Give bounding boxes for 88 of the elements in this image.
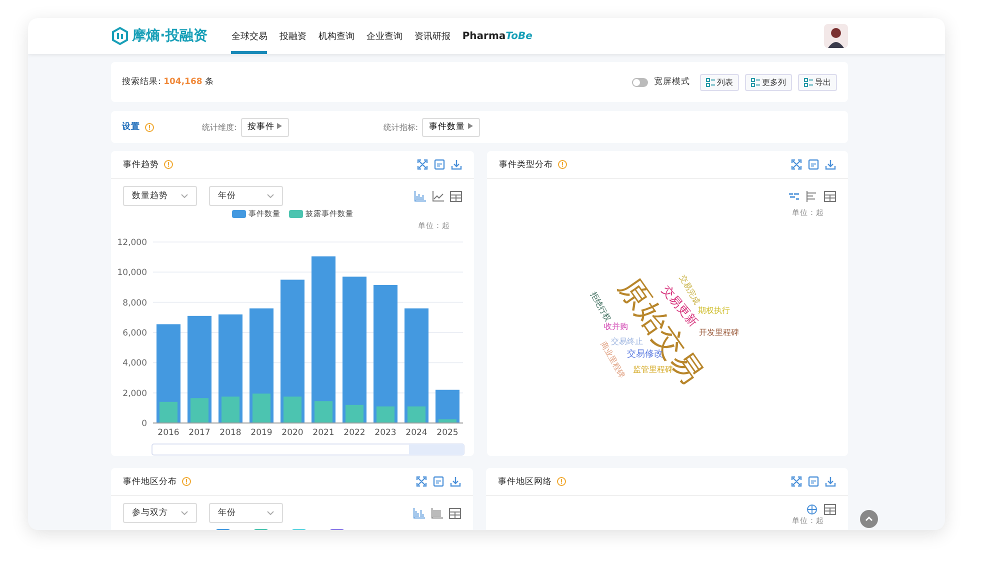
brand-logo-text: 摩熵·投融资 bbox=[132, 27, 208, 45]
info-icon bbox=[164, 160, 173, 169]
card-title: 事件地区网络 bbox=[498, 476, 552, 488]
download-icon[interactable] bbox=[450, 476, 461, 487]
toolbar-button[interactable]: 更多列 bbox=[745, 74, 792, 90]
list-icon bbox=[751, 78, 760, 86]
image-icon[interactable] bbox=[808, 159, 819, 170]
fullscreen-icon[interactable] bbox=[417, 159, 428, 170]
word-cloud-word[interactable]: 收并购 bbox=[604, 323, 628, 331]
card-title: 事件地区分布 bbox=[123, 476, 177, 488]
word-cloud-word[interactable]: 拒绝行权 bbox=[588, 291, 612, 323]
table-icon[interactable] bbox=[824, 190, 836, 202]
select-dropdown[interactable]: 参与双方 bbox=[123, 503, 197, 523]
zoom-slider[interactable] bbox=[152, 444, 464, 456]
stacked-bar-icon[interactable] bbox=[431, 508, 443, 518]
image-icon[interactable] bbox=[434, 159, 445, 170]
axis-tick-label: 4,000 bbox=[122, 358, 147, 369]
line-chart-icon[interactable] bbox=[432, 190, 444, 202]
download-icon[interactable] bbox=[825, 159, 836, 170]
info-icon bbox=[557, 477, 566, 486]
chevron-up-icon bbox=[864, 514, 874, 524]
table-icon[interactable] bbox=[449, 508, 461, 518]
image-icon[interactable] bbox=[433, 476, 444, 487]
bar-chart-icon[interactable] bbox=[806, 190, 818, 202]
axis-tick-label: 10,000 bbox=[117, 268, 147, 278]
nav-tab[interactable]: 企业查询 bbox=[366, 18, 402, 54]
list-icon bbox=[804, 78, 813, 86]
info-icon bbox=[182, 477, 191, 486]
axis-tick-label: 6,000 bbox=[122, 328, 147, 338]
axis-tick-label: 2024 bbox=[406, 428, 428, 438]
nav-tab[interactable]: 资讯研报 bbox=[414, 18, 450, 54]
caret-icon bbox=[277, 123, 282, 129]
axis-tick-label: 2,000 bbox=[122, 388, 147, 399]
table-icon[interactable] bbox=[824, 504, 836, 514]
dimension-label: 统计维度: bbox=[202, 122, 237, 132]
wide-mode-toggle[interactable] bbox=[632, 78, 648, 86]
info-icon bbox=[558, 160, 567, 169]
axis-tick-label: 2018 bbox=[220, 428, 242, 438]
list-icon bbox=[706, 78, 715, 86]
nav-tab[interactable]: 机构查询 bbox=[318, 18, 354, 54]
toolbar-button[interactable]: 列表 bbox=[700, 74, 739, 90]
axis-tick-label: 2022 bbox=[344, 428, 366, 438]
select-dropdown[interactable]: 年份 bbox=[209, 186, 283, 206]
card-title: 事件类型分布 bbox=[499, 158, 553, 170]
nav-tab[interactable]: 全球交易 bbox=[231, 18, 268, 54]
bar-chart-icon[interactable] bbox=[414, 190, 426, 202]
metric-label: 统计指标: bbox=[383, 122, 418, 132]
axis-tick-label: 8,000 bbox=[122, 298, 147, 308]
caret-icon bbox=[468, 123, 473, 129]
chevron-down-icon bbox=[181, 194, 188, 198]
scroll-to-top-button[interactable] bbox=[860, 510, 878, 528]
chevron-down-icon bbox=[267, 194, 274, 198]
download-icon[interactable] bbox=[825, 476, 836, 487]
network-icon[interactable] bbox=[806, 504, 818, 514]
axis-tick-label: 12,000 bbox=[117, 238, 147, 248]
select-dropdown[interactable]: 数量趋势 bbox=[123, 186, 197, 206]
avatar[interactable] bbox=[824, 24, 848, 48]
download-icon[interactable] bbox=[451, 159, 462, 170]
info-icon bbox=[145, 122, 154, 132]
table-icon[interactable] bbox=[450, 190, 462, 202]
bar-chart-icon[interactable] bbox=[413, 508, 425, 518]
nav-tab[interactable]: 投融资 bbox=[279, 18, 306, 54]
settings-label: 设置 bbox=[122, 121, 140, 133]
select-dropdown[interactable]: 年份 bbox=[209, 503, 283, 523]
dimension-dropdown[interactable]: 按事件 bbox=[240, 118, 290, 136]
chevron-down-icon bbox=[267, 511, 274, 515]
word-cloud-word[interactable]: 开发里程碑 bbox=[699, 329, 739, 337]
pharmatobe-link[interactable]: PharmaToBe bbox=[462, 18, 532, 54]
axis-tick-label: 2025 bbox=[436, 428, 458, 438]
toolbar-button[interactable]: 导出 bbox=[798, 74, 837, 90]
axis-tick-label: 2023 bbox=[374, 428, 396, 438]
word-cloud-icon[interactable] bbox=[788, 190, 800, 202]
axis-tick-label: 2020 bbox=[282, 428, 304, 438]
logo-icon bbox=[111, 27, 129, 45]
card-title: 事件趋势 bbox=[123, 158, 159, 170]
fullscreen-icon[interactable] bbox=[416, 476, 427, 487]
fullscreen-icon[interactable] bbox=[791, 476, 802, 487]
metric-dropdown[interactable]: 事件数量 bbox=[422, 118, 480, 136]
axis-tick-label: 2016 bbox=[158, 428, 180, 438]
axis-tick-label: 0 bbox=[142, 419, 147, 429]
axis-tick-label: 2021 bbox=[312, 428, 334, 438]
axis-tick-label: 2019 bbox=[250, 428, 272, 438]
wide-mode-label: 宽屏模式 bbox=[654, 76, 690, 88]
axis-tick-label: 2017 bbox=[188, 428, 210, 438]
chevron-down-icon bbox=[181, 511, 188, 515]
search-results-text: 搜索结果: 104,168 条 bbox=[122, 76, 214, 88]
fullscreen-icon[interactable] bbox=[791, 159, 802, 170]
image-icon[interactable] bbox=[808, 476, 819, 487]
